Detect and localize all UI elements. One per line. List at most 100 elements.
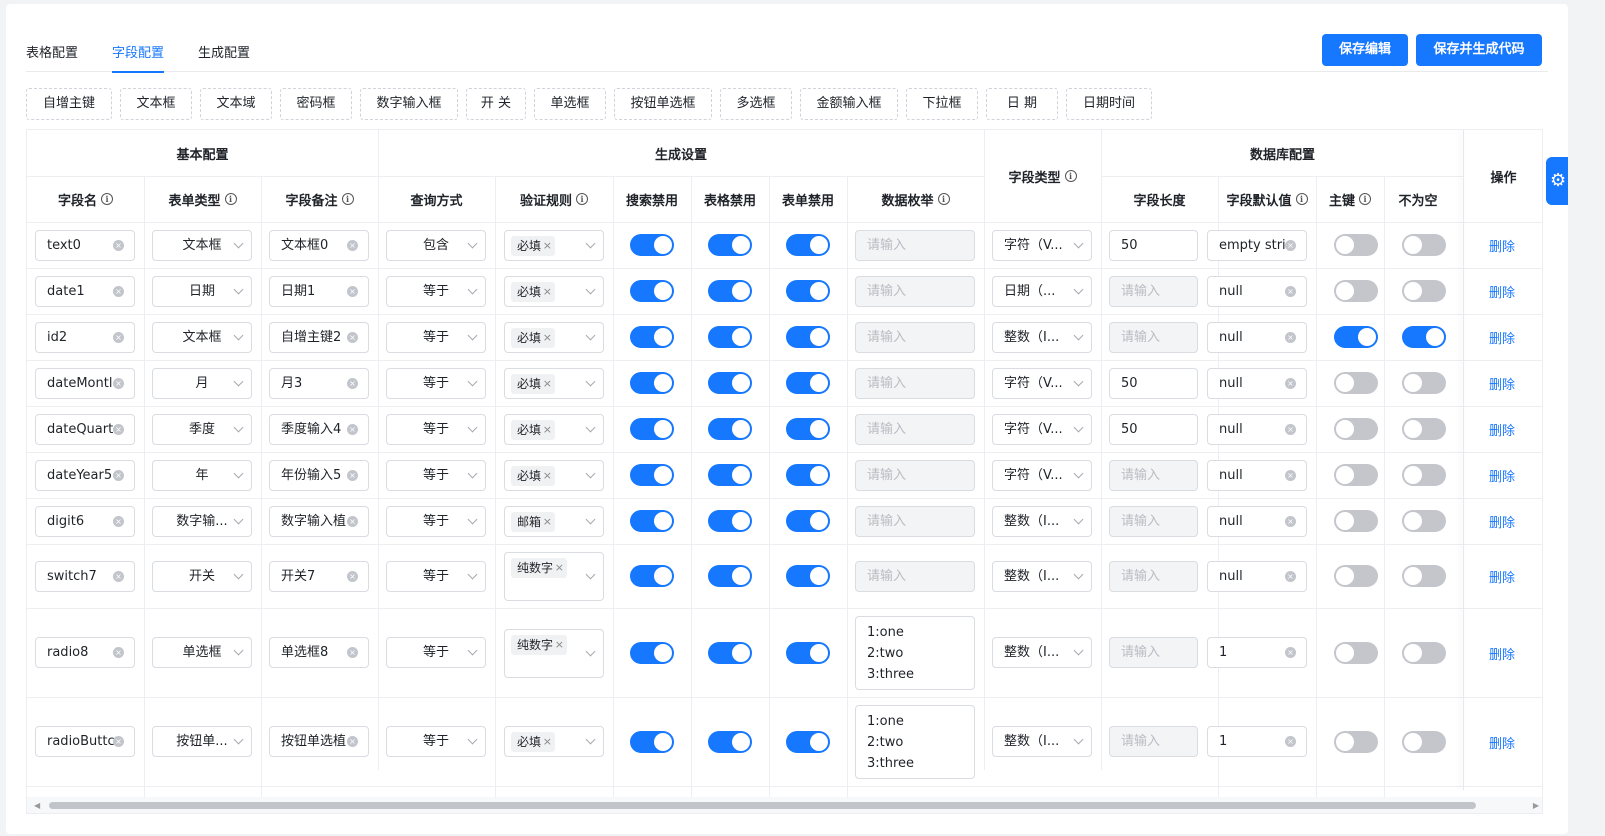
remove-tag-icon[interactable]: ×	[543, 374, 552, 394]
not-null-switch[interactable]	[1402, 326, 1446, 348]
field-remark-input[interactable]: 数字输入植 ×	[269, 505, 369, 537]
form-type-select[interactable]: 月	[152, 367, 252, 399]
clear-icon[interactable]: ×	[113, 736, 124, 747]
field-remark-input[interactable]: 开关7 ×	[269, 560, 369, 592]
not-null-switch[interactable]	[1402, 565, 1446, 587]
field-tag[interactable]: 单选框	[534, 88, 606, 120]
validation-rule-select[interactable]: 必填 ×	[504, 321, 604, 353]
field-type-select[interactable]: 整数（I...	[992, 560, 1092, 592]
field-type-select[interactable]: 字符（V...	[992, 229, 1092, 261]
length-input[interactable]: 请输入	[1109, 505, 1198, 537]
table-disable-switch[interactable]	[708, 510, 752, 532]
length-input[interactable]: 请输入	[1109, 321, 1198, 353]
clear-icon[interactable]: ×	[1285, 647, 1296, 658]
length-input[interactable]: 请输入	[1109, 560, 1198, 592]
field-remark-input[interactable]: 日期1 ×	[269, 275, 369, 307]
clear-icon[interactable]: ×	[1285, 515, 1296, 527]
remove-tag-icon[interactable]: ×	[555, 635, 564, 655]
default-value-input[interactable]: null ×	[1207, 560, 1307, 592]
delete-link[interactable]: 删除	[1489, 733, 1515, 752]
clear-icon[interactable]: ×	[347, 469, 358, 481]
delete-link[interactable]: 删除	[1489, 512, 1515, 531]
clear-icon[interactable]: ×	[347, 423, 358, 435]
clear-icon[interactable]: ×	[113, 647, 124, 658]
search-disable-switch[interactable]	[630, 234, 674, 256]
length-input[interactable]: 50	[1109, 367, 1198, 399]
validation-rule-select[interactable]: 邮箱 ×	[504, 505, 604, 537]
enum-textarea[interactable]: 1:one 2:two 3:three	[855, 615, 975, 690]
field-tag[interactable]: 金额输入框	[800, 88, 898, 120]
default-value-input[interactable]: empty stri ×	[1207, 229, 1307, 261]
table-disable-switch[interactable]	[708, 730, 752, 753]
query-type-select[interactable]: 等于	[386, 459, 486, 491]
field-type-select[interactable]: 整数（I...	[992, 637, 1092, 668]
form-disable-switch[interactable]	[786, 510, 830, 532]
remove-tag-icon[interactable]: ×	[543, 466, 552, 486]
search-disable-switch[interactable]	[630, 372, 674, 394]
form-disable-switch[interactable]	[786, 730, 830, 753]
validation-rule-select[interactable]: 必填 ×	[504, 367, 604, 399]
clear-icon[interactable]: ×	[347, 515, 358, 527]
not-null-switch[interactable]	[1402, 464, 1446, 486]
field-tag[interactable]: 文本域	[200, 88, 272, 120]
field-name-input[interactable]: switch7 ×	[35, 560, 135, 592]
table-disable-switch[interactable]	[708, 641, 752, 664]
clear-icon[interactable]: ×	[113, 515, 124, 527]
clear-icon[interactable]: ×	[1285, 239, 1296, 251]
delete-link[interactable]: 删除	[1489, 567, 1515, 586]
default-value-input[interactable]: null ×	[1207, 321, 1307, 353]
form-type-select[interactable]: 数字输...	[152, 505, 252, 537]
table-disable-switch[interactable]	[708, 280, 752, 302]
table-disable-switch[interactable]	[708, 372, 752, 394]
not-null-switch[interactable]	[1402, 641, 1446, 664]
form-type-select[interactable]: 开关	[152, 560, 252, 592]
remove-tag-icon[interactable]: ×	[555, 558, 564, 578]
default-value-input[interactable]: null ×	[1207, 505, 1307, 537]
search-disable-switch[interactable]	[630, 326, 674, 348]
enum-input[interactable]: 请输入	[855, 321, 975, 353]
default-value-input[interactable]: 1 ×	[1207, 726, 1307, 757]
primary-key-switch[interactable]	[1334, 730, 1378, 753]
settings-gear-icon[interactable]: ⚙	[1546, 157, 1568, 205]
default-value-input[interactable]: null ×	[1207, 367, 1307, 399]
enum-input[interactable]: 请输入	[855, 413, 975, 445]
table-disable-switch[interactable]	[708, 464, 752, 486]
validation-rule-select[interactable]: 必填 ×	[504, 459, 604, 491]
form-disable-switch[interactable]	[786, 280, 830, 302]
query-type-select[interactable]: 等于	[386, 726, 486, 757]
search-disable-switch[interactable]	[630, 280, 674, 302]
field-tag[interactable]: 自增主键	[26, 88, 112, 120]
length-input[interactable]: 请输入	[1109, 726, 1198, 757]
enum-input[interactable]: 请输入	[855, 560, 975, 592]
clear-icon[interactable]: ×	[347, 377, 358, 389]
not-null-switch[interactable]	[1402, 280, 1446, 302]
field-name-input[interactable]: id2 ×	[35, 321, 135, 353]
save-generate-button[interactable]: 保存并生成代码	[1416, 34, 1542, 66]
field-tag[interactable]: 下拉框	[906, 88, 978, 120]
form-type-select[interactable]: 文本框	[152, 229, 252, 261]
query-type-select[interactable]: 等于	[386, 560, 486, 592]
clear-icon[interactable]: ×	[1285, 736, 1296, 747]
primary-key-switch[interactable]	[1334, 372, 1378, 394]
field-remark-input[interactable]: 自增主键2 ×	[269, 321, 369, 353]
delete-link[interactable]: 删除	[1489, 644, 1515, 663]
horizontal-scrollbar[interactable]: ◀ ▶	[27, 797, 1542, 813]
field-remark-input[interactable]: 文本框0 ×	[269, 229, 369, 261]
query-type-select[interactable]: 等于	[386, 505, 486, 537]
field-remark-input[interactable]: 单选框8 ×	[269, 637, 369, 668]
field-type-select[interactable]: 字符（V...	[992, 413, 1092, 445]
clear-icon[interactable]: ×	[113, 285, 124, 297]
validation-rule-select[interactable]: 必填 ×	[504, 726, 604, 757]
primary-key-switch[interactable]	[1334, 418, 1378, 440]
length-input[interactable]: 50	[1109, 413, 1198, 445]
delete-link[interactable]: 删除	[1489, 328, 1515, 347]
remove-tag-icon[interactable]: ×	[543, 512, 552, 532]
enum-input[interactable]: 请输入	[855, 275, 975, 307]
default-value-input[interactable]: null ×	[1207, 413, 1307, 445]
remove-tag-icon[interactable]: ×	[543, 420, 552, 440]
table-disable-switch[interactable]	[708, 326, 752, 348]
field-type-select[interactable]: 字符（V...	[992, 459, 1092, 491]
length-input[interactable]: 请输入	[1109, 459, 1198, 491]
field-name-input[interactable]: digit6 ×	[35, 505, 135, 537]
field-type-select[interactable]: 整数（I...	[992, 321, 1092, 353]
